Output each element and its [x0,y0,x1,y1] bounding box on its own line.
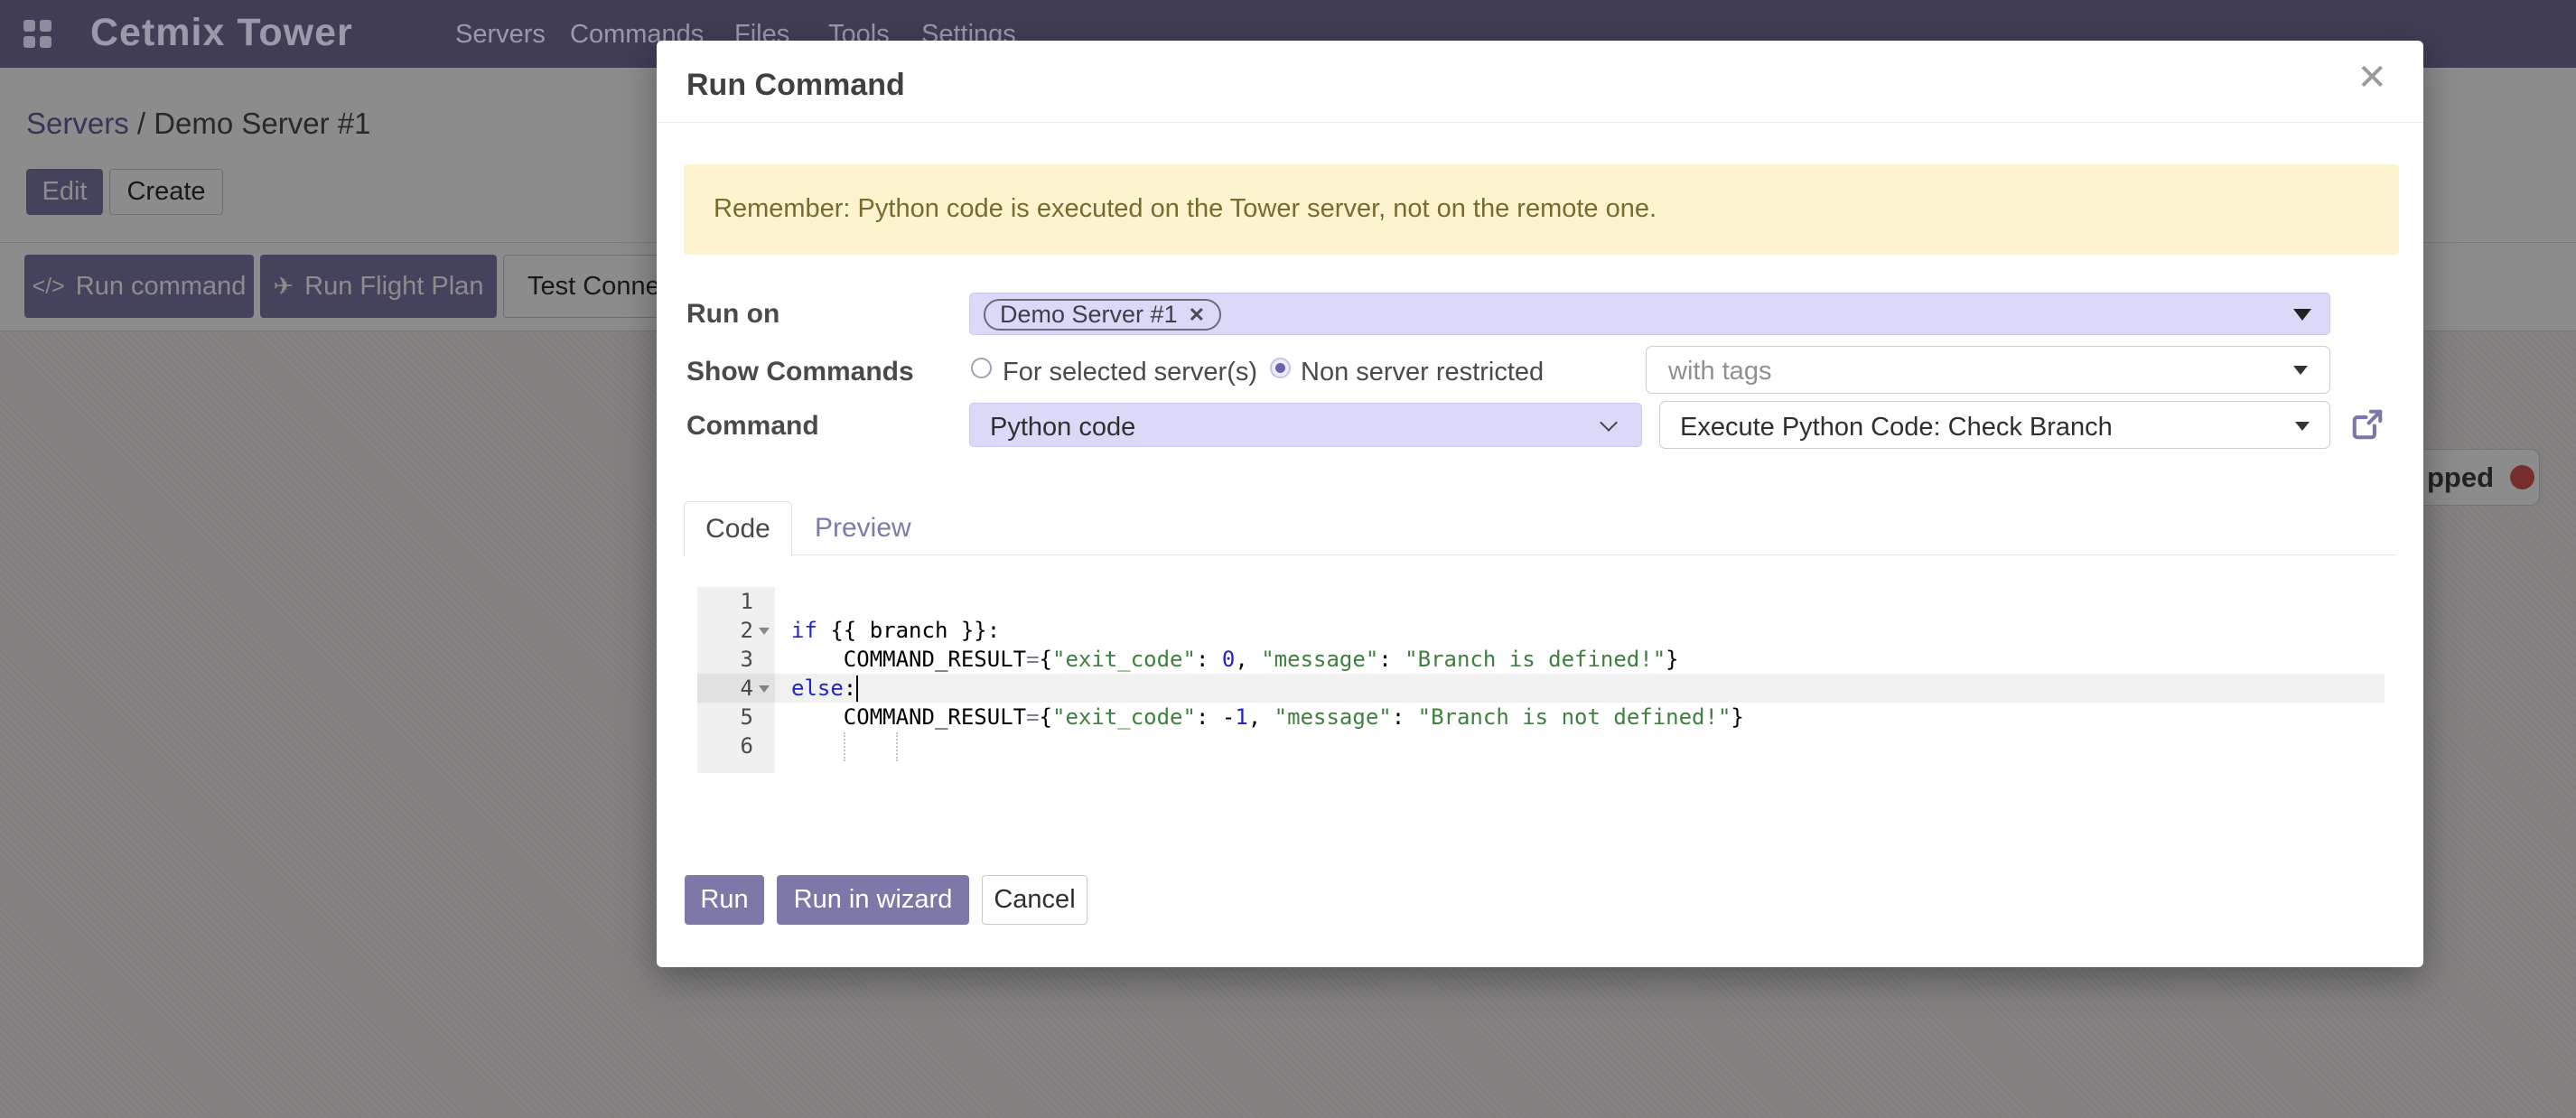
radio-for-selected-servers[interactable] [971,358,992,378]
server-tag: Demo Server #1 ✕ [984,299,1221,331]
server-tag-label: Demo Server #1 [1000,301,1178,329]
command-type-select[interactable]: Python code [969,403,1642,447]
command-type-value: Python code [990,413,1135,443]
indent-guide [896,732,898,761]
modal-title: Run Command [686,68,905,103]
code-line: COMMAND_RESULT={"exit_code": -1, "messag… [791,703,1744,731]
brand-logo[interactable]: Cetmix Tower [90,11,353,55]
code-line: else: [791,674,1744,703]
tab-code[interactable]: Code [684,501,792,556]
run-on-select[interactable]: Demo Server #1 ✕ [969,293,2330,335]
cancel-button[interactable]: Cancel [982,875,1087,925]
with-tags-placeholder: with tags [1668,357,1771,387]
line-number: 1 [741,589,753,614]
code-line: if {{ branch }}: [791,616,1744,645]
nav-item-servers[interactable]: Servers [455,20,546,50]
apps-menu-icon[interactable] [23,20,52,49]
run-command-modal: Run Command ✕ Remember: Python code is e… [657,41,2423,967]
run-in-wizard-button[interactable]: Run in wizard [777,875,969,925]
divider [684,554,2396,555]
command-caret-icon [2295,422,2310,431]
command-label: Command [686,411,819,442]
radio-non-server-restricted[interactable] [1270,358,1291,378]
divider [657,122,2423,123]
with-tags-caret-icon [2293,366,2308,375]
code-line [791,587,1744,616]
tab-preview[interactable]: Preview [815,513,911,544]
screen: Servers / Demo Server #1 Edit Create </>… [0,0,2576,1118]
warning-alert: Remember: Python code is executed on the… [684,164,2399,255]
line-number: 3 [741,647,753,672]
fold-arrow-icon[interactable] [759,628,770,635]
line-number: 5 [741,704,753,730]
text-cursor [856,675,858,702]
with-tags-select[interactable]: with tags [1646,346,2330,394]
open-record-icon[interactable] [2350,407,2385,442]
indent-guide [844,732,845,761]
radio-for-selected-servers-label[interactable]: For selected server(s) [1003,358,1257,387]
code-line: COMMAND_RESULT={"exit_code": 0, "message… [791,645,1744,674]
close-icon[interactable]: ✕ [2357,57,2387,98]
remove-tag-icon[interactable]: ✕ [1189,303,1205,327]
command-value: Execute Python Code: Check Branch [1680,413,2113,443]
show-commands-label: Show Commands [686,357,914,387]
run-button[interactable]: Run [685,875,764,925]
command-type-chevron-icon [1600,414,1618,432]
warning-alert-text: Remember: Python code is executed on the… [714,194,1657,224]
run-on-caret-icon [2293,309,2311,321]
radio-non-server-restricted-label[interactable]: Non server restricted [1301,358,1544,387]
run-on-label: Run on [686,299,779,330]
line-number: 6 [741,733,753,759]
command-select[interactable]: Execute Python Code: Check Branch [1659,401,2330,449]
code-line [791,731,1744,760]
code-lines: if {{ branch }}: COMMAND_RESULT={"exit_c… [791,587,1744,760]
line-number: 2 [741,618,753,643]
code-editor[interactable]: 123456 if {{ branch }}: COMMAND_RESULT={… [684,582,2396,826]
